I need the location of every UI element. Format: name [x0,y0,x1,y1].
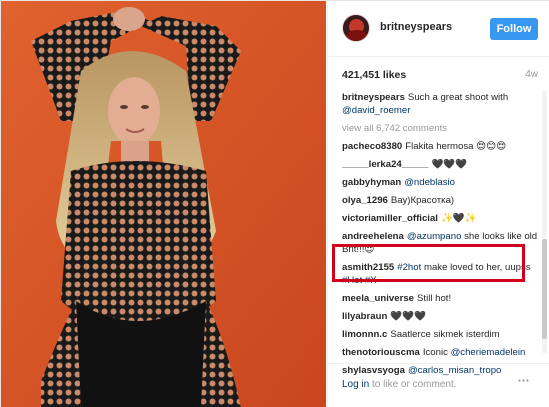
caption: britneyspears Such a great shoot with @da… [342,91,538,117]
comment-text: Вау)Красотка) [390,195,455,206]
comment: meela_universe Still hot! [342,292,538,305]
comment-text: 🖤🖤🖤 [431,159,468,170]
instagram-post-frame: britneyspears Follow 421,451 likes 4w br… [0,0,549,407]
comment: thenotoriouscma Iconic @cheriemadelein [342,346,538,359]
comment: _____lerka24_____ 🖤🖤🖤 [342,158,538,171]
comment-username[interactable]: limonnn.c [342,329,387,340]
comment-username[interactable]: _____lerka24_____ [342,159,428,170]
comment-username[interactable]: lilyabraun [342,311,387,322]
comment-text: Iconic [422,347,448,358]
post-header: britneyspears Follow [328,1,549,57]
comment: lilyabraun 🖤🖤🖤 [342,310,538,323]
comment: limonnn.c Saatlerce sikmek isterdim [342,328,538,341]
comment-text: Saatlerce sikmek isterdim [390,329,500,340]
comments-scrollbar[interactable] [542,91,547,353]
comment-text: 🖤🖤🖤 [390,311,427,322]
comment-username[interactable]: olya_1296 [342,195,388,206]
likes-row: 421,451 likes 4w [342,69,538,83]
login-prompt-text: to like or comment. [372,379,457,390]
comment-username[interactable]: pacheco8380 [342,141,402,152]
comment-list: britneyspears Such a great shoot with @da… [342,91,538,382]
comment: gabbyhyman @ndeblasio [342,176,538,189]
comment-username[interactable]: gabbyhyman [342,177,401,188]
comment-text: Flakita hermosa 😍😊😍 [405,141,507,152]
comment-username[interactable]: andreehelena [342,231,404,242]
comment-text: Still hot! [417,293,452,304]
post-time[interactable]: 4w [525,69,538,80]
post-sidebar: britneyspears Follow 421,451 likes 4w br… [327,1,549,407]
scroll-thumb[interactable] [542,239,547,339]
comment-username[interactable]: meela_universe [342,293,414,304]
caption-mention[interactable]: @david_roemer [342,105,410,116]
login-link[interactable]: Log in [342,379,369,390]
comment: olya_1296 Вау)Красотка) [342,194,538,207]
comment-username[interactable]: victoriamiller_official [342,213,438,224]
comment-text: ✨🖤✨ [440,213,477,224]
comment-username[interactable]: thenotoriouscma [342,347,420,358]
highlight-box [332,244,525,282]
ellipsis-icon[interactable]: ●●● [518,378,530,384]
caption-username[interactable]: britneyspears [342,92,405,103]
post-username[interactable]: britneyspears [380,21,452,33]
avatar[interactable] [342,14,370,42]
comment-mention[interactable]: @ndeblasio [404,177,455,188]
comment: pacheco8380 Flakita hermosa 😍😊😍 [342,140,538,153]
post-photo[interactable] [1,1,326,407]
login-prompt: Log in to like or comment. [342,379,457,390]
follow-button[interactable]: Follow [490,18,538,40]
caption-text: Such a great shoot with [407,92,509,103]
comment-mention[interactable]: @cheriemadelein [451,347,526,358]
post-footer: Log in to like or comment. ●●● [328,363,549,407]
like-count[interactable]: 421,451 likes [342,69,406,81]
comment-mention[interactable]: @azumpano [407,231,462,242]
photo-illustration [1,1,326,407]
view-all-comments-link[interactable]: view all 6,742 comments [342,122,538,135]
comment: victoriamiller_official ✨🖤✨ [342,212,538,225]
